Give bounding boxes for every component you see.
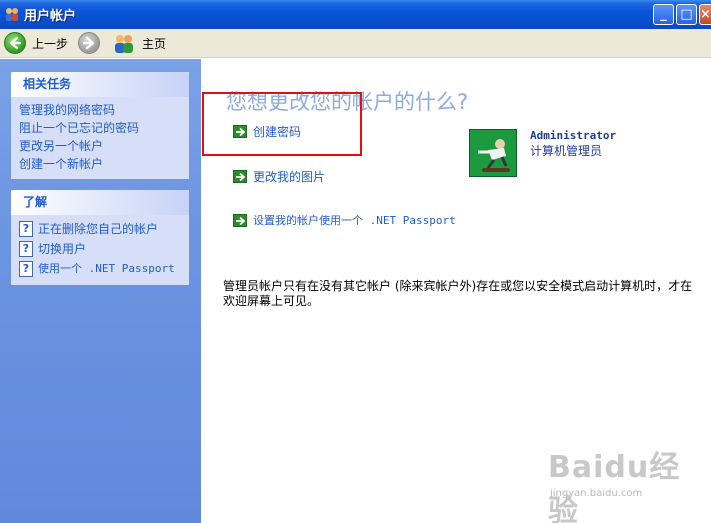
home-button[interactable]: 主页	[112, 32, 166, 54]
learn-panel: 了解 ? 正在删除您自己的帐户 ? 切换用户 ? 使用一个 .NET Passp…	[11, 190, 189, 285]
learn-item-label: 正在删除您自己的帐户	[38, 222, 159, 236]
green-arrow-icon	[233, 213, 247, 227]
link-change-another-account[interactable]: 更改另一个帐户	[19, 137, 189, 155]
baidu-watermark: Baidu经验 jingyan.baidu.com	[548, 442, 708, 523]
learn-item-switch-user[interactable]: ? 切换用户	[19, 239, 189, 259]
learn-title[interactable]: 了解	[11, 190, 189, 215]
learn-item-delete-account[interactable]: ? 正在删除您自己的帐户	[19, 219, 189, 239]
link-prevent-forgotten-password[interactable]: 阻止一个已忘记的密码	[19, 119, 189, 137]
task-label: 设置我的帐户使用一个 .NET Passport	[253, 214, 456, 227]
user-avatar[interactable]	[469, 129, 517, 177]
task-setup-net-passport[interactable]: 设置我的帐户使用一个 .NET Passport	[233, 212, 456, 228]
admin-visibility-note: 管理员帐户只有在没有其它帐户 (除来宾帐户外)存在或您以安全模式启动计算机时，才…	[223, 279, 693, 308]
green-arrow-icon	[233, 170, 247, 183]
task-create-password[interactable]: 创建密码	[233, 123, 301, 140]
task-label: 创建密码	[253, 125, 302, 139]
back-arrow-icon	[4, 32, 26, 54]
close-button[interactable]: ×	[699, 4, 711, 25]
task-label: 更改我的图片	[253, 170, 326, 184]
toolbar: 上一步 主页	[0, 29, 711, 58]
help-icon: ?	[19, 221, 33, 237]
task-pane: 相关任务 管理我的网络密码 阻止一个已忘记的密码 更改另一个帐户 创建一个新帐户…	[0, 59, 201, 523]
watermark-brand: Baidu经验	[548, 450, 681, 523]
watermark-url: jingyan.baidu.com	[550, 488, 643, 499]
maximize-button[interactable]: □	[676, 4, 697, 25]
title-bar[interactable]: 用户帐户 _ □ ×	[0, 0, 711, 29]
back-label: 上一步	[32, 36, 69, 51]
help-icon: ?	[19, 261, 33, 277]
home-label: 主页	[142, 36, 167, 51]
help-icon: ?	[19, 241, 33, 257]
task-change-picture[interactable]: 更改我的图片	[233, 168, 325, 185]
forward-arrow-icon	[78, 32, 100, 54]
user-accounts-icon	[6, 8, 18, 21]
learn-item-label: 切换用户	[38, 242, 87, 256]
green-arrow-icon	[233, 125, 247, 138]
related-tasks-panel: 相关任务 管理我的网络密码 阻止一个已忘记的密码 更改另一个帐户 创建一个新帐户	[11, 72, 189, 179]
link-create-new-account[interactable]: 创建一个新帐户	[19, 155, 189, 173]
window-title: 用户帐户	[24, 9, 77, 24]
link-manage-network-passwords[interactable]: 管理我的网络密码	[19, 101, 189, 119]
user-role: 计算机管理员	[530, 144, 603, 158]
related-tasks-title[interactable]: 相关任务	[11, 72, 189, 97]
home-users-icon	[115, 35, 133, 53]
learn-item-label: 使用一个 .NET Passport	[38, 262, 175, 275]
minimize-button[interactable]: _	[653, 4, 674, 25]
skateboarder-picture-icon	[470, 130, 516, 176]
forward-button[interactable]	[78, 32, 100, 54]
learn-item-net-passport[interactable]: ? 使用一个 .NET Passport	[19, 259, 189, 279]
back-button[interactable]: 上一步	[4, 32, 68, 54]
user-name: Administrator	[530, 129, 617, 142]
